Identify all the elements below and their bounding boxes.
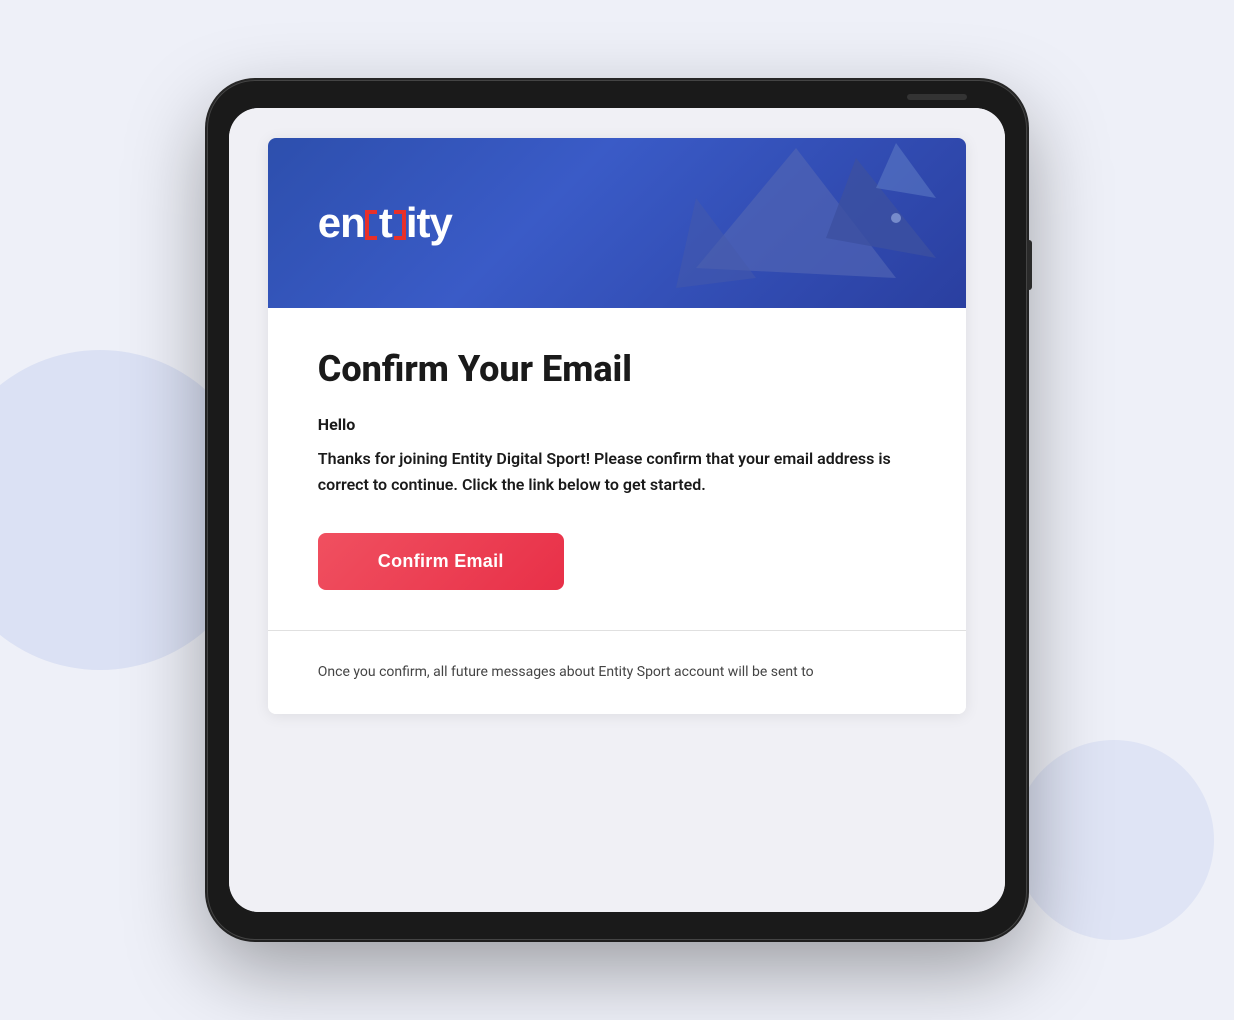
tablet-device: entity Confirm Your Email Hello Thanks f… — [207, 80, 1027, 940]
logo-bracket-left — [365, 210, 377, 240]
email-divider — [268, 630, 966, 631]
logo-t: t — [379, 199, 392, 246]
confirm-email-button[interactable]: Confirm Email — [318, 533, 564, 590]
email-greeting: Hello — [318, 415, 916, 434]
email-card: entity Confirm Your Email Hello Thanks f… — [268, 138, 966, 714]
logo-en: en — [318, 199, 365, 246]
email-title: Confirm Your Email — [318, 348, 916, 391]
logo-text: entity — [318, 199, 452, 247]
logo-ity: ity — [406, 199, 452, 246]
email-header: entity — [268, 138, 966, 308]
tablet-side-button — [1027, 240, 1032, 290]
header-triangles-decoration — [656, 138, 936, 308]
bg-decoration-right — [1014, 740, 1214, 940]
email-body-text: Thanks for joining Entity Digital Sport!… — [318, 446, 916, 497]
email-footer-text: Once you confirm, all future messages ab… — [318, 661, 916, 683]
email-container: entity Confirm Your Email Hello Thanks f… — [229, 108, 1005, 912]
tablet-screen: entity Confirm Your Email Hello Thanks f… — [229, 108, 1005, 912]
email-body: Confirm Your Email Hello Thanks for join… — [268, 308, 966, 714]
logo-bracket-right — [394, 210, 406, 240]
tablet-top-bar — [907, 94, 967, 100]
entity-logo: entity — [318, 199, 452, 247]
